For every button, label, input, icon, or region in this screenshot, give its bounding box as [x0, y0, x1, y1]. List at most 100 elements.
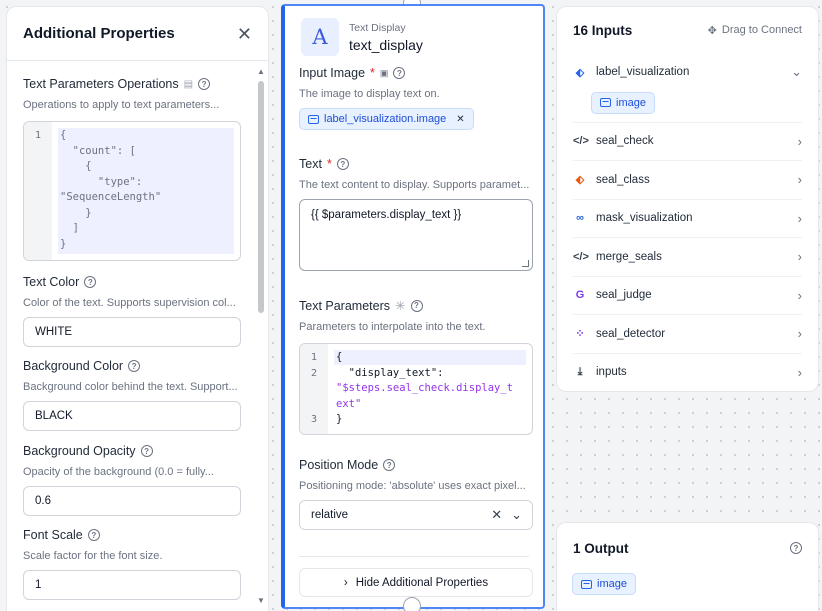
input-image-chip[interactable]: label_visualization.image ✕ [299, 108, 474, 130]
text-parameters-operations-field: Text Parameters Operations ▤ ? Operation… [23, 77, 241, 261]
field-description: Opacity of the background (0.0 = fully..… [23, 466, 214, 478]
remove-icon[interactable]: ✕ [456, 114, 464, 125]
field-description: Parameters to interpolate into the text. [299, 321, 486, 333]
drag-to-connect: ✥ Drag to Connect [708, 24, 802, 37]
field-description: Background color behind the text. Suppor… [23, 381, 238, 393]
text-color-field: Text Color? Color of the text. Supports … [23, 275, 241, 347]
chevron-right-icon[interactable]: › [798, 249, 802, 264]
inputs-panel: 16 Inputs ✥ Drag to Connect ⬖ label_visua… [556, 6, 819, 392]
scroll-up-icon[interactable]: ▲ [256, 67, 266, 76]
tag-icon: ⬖ [575, 66, 585, 79]
help-icon[interactable]: ? [790, 542, 802, 554]
text-color-input[interactable]: WHITE [23, 317, 241, 347]
input-item-label: seal_class [596, 173, 650, 186]
field-label: Position Mode [299, 458, 379, 472]
scroll-down-icon[interactable]: ▼ [256, 596, 266, 605]
help-icon[interactable]: ? [393, 67, 406, 79]
code-text: "display_text": [336, 366, 444, 379]
code-text: { [60, 129, 67, 141]
chevron-down-icon[interactable]: ⌄ [791, 64, 802, 80]
help-icon[interactable]: ? [128, 360, 141, 372]
image-output-chip[interactable]: image [591, 91, 655, 114]
line-number [300, 381, 328, 397]
chevron-right-icon[interactable]: › [798, 211, 802, 226]
hide-additional-properties-button[interactable]: › Hide Additional Properties [299, 568, 533, 597]
input-item-mask-visualization[interactable]: ∞ mask_visualization › [573, 198, 802, 238]
line-number [24, 175, 52, 191]
code-text: } [60, 206, 92, 219]
input-item-merge-seals[interactable]: </> merge_seals › [573, 237, 802, 276]
text-display-node[interactable]: A Text Display text_display Input Image … [281, 4, 545, 609]
line-number: 1 [34, 130, 42, 141]
code-line: "type": [24, 175, 234, 191]
chevron-right-icon[interactable]: › [798, 288, 802, 303]
input-image-field: Input Image * ▣ ? The image to display t… [299, 66, 533, 130]
field-label: Text [299, 157, 322, 171]
line-number: 1 [310, 352, 318, 363]
chip-label: image [597, 578, 627, 590]
position-mode-field: Position Mode ? Positioning mode: 'absol… [299, 458, 533, 530]
line-number [24, 159, 52, 175]
input-item-seal-detector[interactable]: ⁘ seal_detector › [573, 314, 802, 353]
field-description: Scale factor for the font size. [23, 550, 163, 562]
line-number: 3 [310, 414, 318, 425]
chevron-right-icon[interactable]: › [798, 326, 802, 341]
help-icon[interactable]: ? [198, 78, 211, 90]
input-item-seal-class[interactable]: ⬖ seal_class › [573, 160, 802, 199]
code-editor[interactable]: 1{ "count": [ { "type": "SequenceLength" … [23, 121, 241, 261]
scrollbar[interactable]: ▲ ▼ [256, 63, 266, 611]
position-mode-select[interactable]: relative ✕ ⌄ [299, 500, 533, 530]
panel-header: Additional Properties ✕ [7, 7, 268, 61]
scrollbar-thumb[interactable] [258, 81, 264, 313]
input-item-seal-judge[interactable]: Gseal_judge › [573, 275, 802, 315]
field-label: Text Color [23, 275, 80, 289]
help-icon[interactable]: ? [336, 158, 349, 170]
node-name: text_display [349, 36, 423, 53]
chevron-down-icon[interactable]: ⌄ [511, 507, 522, 523]
output-connector-handle[interactable] [403, 597, 421, 611]
drag-label: Drag to Connect [721, 24, 802, 36]
help-icon[interactable]: ? [383, 459, 396, 471]
divider [299, 556, 529, 557]
font-scale-field: Font Scale? Scale factor for the font si… [23, 528, 241, 600]
chip-label: label_visualization.image [324, 113, 447, 125]
field-label: Text Parameters Operations [23, 77, 179, 91]
panel-title: Additional Properties [23, 25, 175, 42]
background-color-input[interactable]: BLACK [23, 401, 241, 431]
chevron-right-icon[interactable]: › [798, 134, 802, 149]
field-description: The image to display text on. [299, 88, 440, 100]
text-parameters-field: Text Parameters ✳ ? Parameters to interp… [299, 298, 533, 435]
line-number [24, 237, 52, 253]
node-type: Text Display [349, 21, 406, 34]
background-color-field: Background Color? Background color behin… [23, 359, 241, 431]
field-label: Background Color [23, 359, 124, 373]
close-icon[interactable]: ✕ [237, 25, 252, 43]
help-icon[interactable]: ? [140, 445, 153, 457]
table-icon: ▤ [183, 78, 194, 90]
input-item-label-visualization[interactable]: ⬖ label_visualization ⌄ [573, 53, 802, 92]
inputs-header: 16 Inputs ✥ Drag to Connect [557, 7, 818, 53]
resize-handle[interactable] [522, 260, 529, 267]
code-line: { [24, 159, 234, 175]
help-icon[interactable]: ? [87, 529, 100, 541]
text-display-icon: A [301, 18, 339, 56]
additional-properties-panel: Additional Properties ✕ Text Parameters … [6, 6, 269, 611]
help-icon[interactable]: ? [410, 299, 423, 312]
code-line: 3} [300, 412, 526, 428]
chevron-right-icon[interactable]: › [798, 172, 802, 187]
asterisk-icon: ✳ [395, 299, 406, 313]
image-icon [308, 114, 319, 124]
clear-icon[interactable]: ✕ [491, 507, 502, 523]
inputs-title: 16 Inputs [573, 22, 633, 38]
code-line: 1{ [300, 350, 526, 366]
node-header: A Text Display text_display [301, 18, 423, 56]
text-textarea[interactable]: {{ $parameters.display_text }} [299, 199, 533, 271]
chevron-right-icon[interactable]: › [798, 365, 802, 380]
font-scale-input[interactable]: 1 [23, 570, 241, 600]
help-icon[interactable]: ? [84, 276, 97, 288]
input-item-seal-check[interactable]: </> seal_check › [573, 121, 802, 161]
background-opacity-input[interactable]: 0.6 [23, 486, 241, 516]
output-image-chip[interactable]: image [572, 573, 636, 595]
code-editor[interactable]: 1{2 "display_text": "$steps.seal_check.di… [299, 343, 533, 435]
input-item-inputs[interactable]: ⤓ inputs › [573, 352, 802, 392]
